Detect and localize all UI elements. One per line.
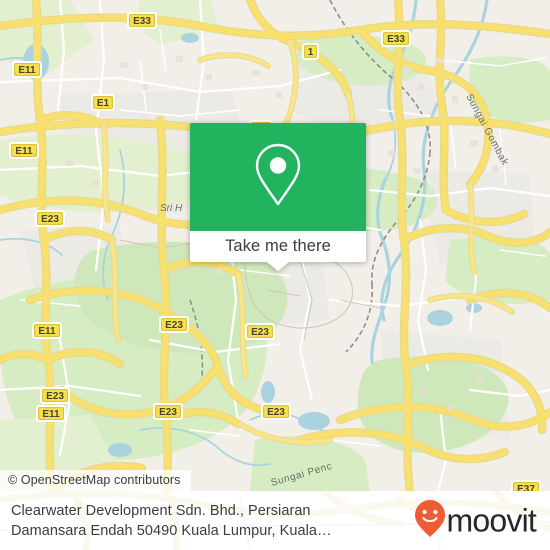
svg-text:E33: E33 xyxy=(387,34,405,45)
svg-text:E11: E11 xyxy=(42,409,60,420)
road-shield-e23: E23 xyxy=(35,210,65,227)
svg-text:E37: E37 xyxy=(517,484,535,491)
map-screenshot-page: .mw { fill:none; stroke:#e8d98e; stroke-… xyxy=(0,0,550,550)
location-callout-card[interactable]: Take me there xyxy=(190,123,366,271)
svg-text:E23: E23 xyxy=(251,327,269,338)
osm-attribution: © OpenStreetMap contributors xyxy=(0,470,191,491)
road-shield-e11: E11 xyxy=(32,322,62,339)
location-address: Clearwater Development Sdn. Bhd., Persia… xyxy=(11,502,332,539)
svg-text:E23: E23 xyxy=(165,320,183,331)
map-label-sri-h: Sri H xyxy=(160,203,183,214)
svg-text:E11: E11 xyxy=(15,146,33,157)
road-shield-e11: E11 xyxy=(9,142,39,159)
road-shield-e23: E23 xyxy=(261,403,291,420)
moovit-pin-smiley-icon xyxy=(414,498,446,543)
svg-text:E1: E1 xyxy=(97,98,110,109)
road-shield-e37: E37 xyxy=(511,480,541,491)
svg-text:E23: E23 xyxy=(41,214,59,225)
moovit-logo: moovit xyxy=(414,498,537,543)
svg-text:E11: E11 xyxy=(38,326,56,337)
callout-pointer-tail xyxy=(267,262,289,271)
road-shield-1: 1 xyxy=(302,43,319,60)
road-shield-e11: E11 xyxy=(36,405,66,422)
road-shield-e23: E23 xyxy=(245,323,275,340)
map-pin-icon xyxy=(253,142,303,213)
road-shield-e11: E11 xyxy=(12,61,42,78)
svg-text:E33: E33 xyxy=(133,16,151,27)
take-me-there-label: Take me there xyxy=(225,237,331,255)
svg-text:E11: E11 xyxy=(18,65,36,76)
road-shield-e33: E33 xyxy=(381,30,411,47)
road-shield-e23: E23 xyxy=(159,316,189,333)
svg-text:1: 1 xyxy=(308,47,314,58)
footer-bar: Clearwater Development Sdn. Bhd., Persia… xyxy=(0,491,550,550)
road-shield-e23: E23 xyxy=(153,403,183,420)
road-shield-e23: E23 xyxy=(40,387,70,404)
svg-text:E23: E23 xyxy=(46,391,64,402)
moovit-wordmark: moovit xyxy=(446,502,537,539)
svg-text:E23: E23 xyxy=(159,407,177,418)
callout-marker-panel xyxy=(190,123,366,231)
svg-text:E23: E23 xyxy=(267,407,285,418)
road-shield-e1: E1 xyxy=(91,94,115,111)
take-me-there-button[interactable]: Take me there xyxy=(190,231,366,271)
road-shield-e33: E33 xyxy=(127,12,157,29)
